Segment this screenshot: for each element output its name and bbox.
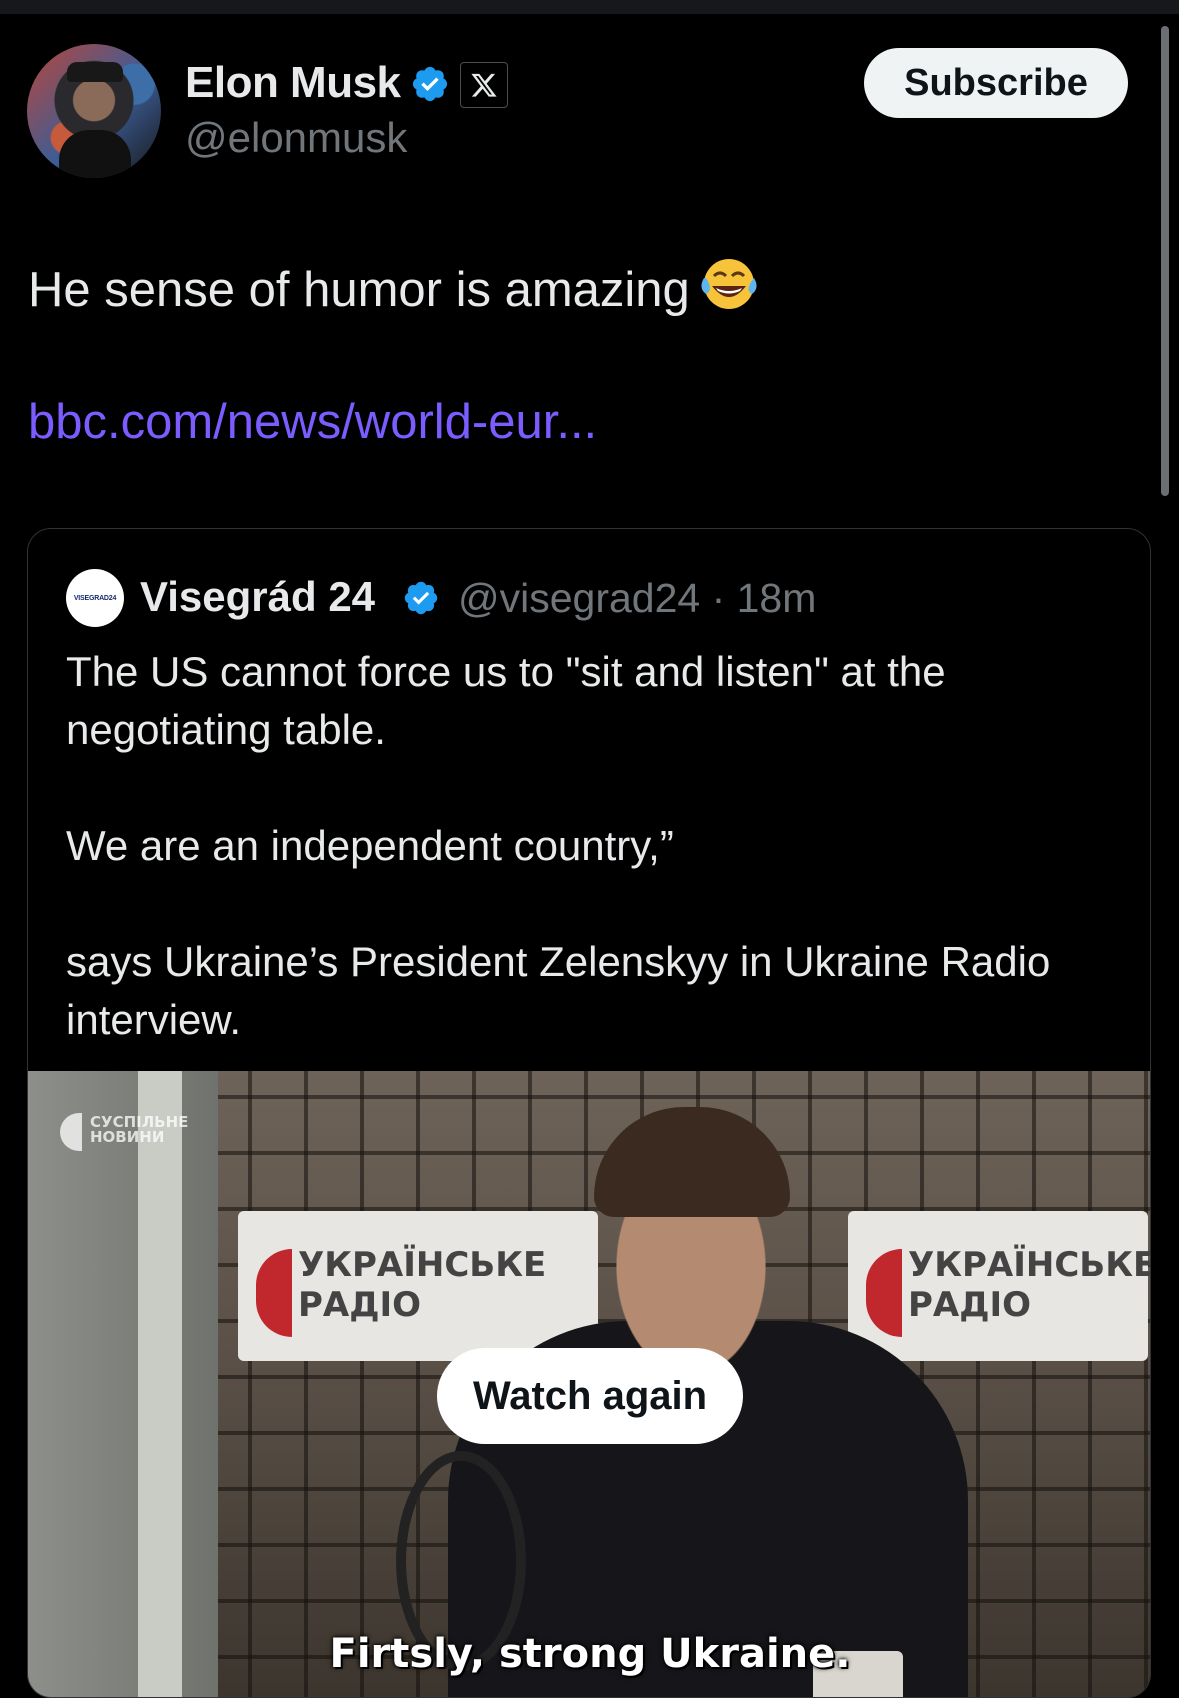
video-player[interactable]: УКРАЇНСЬКЕ РАДІО УКРАЇНСЬКЕ РАДІО СУСПІЛ… [28, 1071, 1151, 1697]
tweet-text: He sense of humor is amazing [28, 254, 760, 324]
quote-paragraph: We are an independent country,” [66, 822, 674, 869]
quote-paragraph: The US cannot force us to "sit and liste… [66, 648, 946, 753]
scrollbar[interactable] [1161, 26, 1169, 496]
quote-handle-and-time: @visegrad24 · 18m [458, 575, 817, 621]
top-status-strip [0, 0, 1179, 14]
author-handle[interactable]: @elonmusk [185, 114, 407, 162]
quote-verified-badge-icon [404, 581, 438, 615]
radio-sign-right: УКРАЇНСЬКЕ РАДІО [848, 1211, 1151, 1361]
quote-author-name[interactable]: Visegrád 24 [140, 573, 375, 621]
quote-paragraph: says Ukraine’s President Zelenskyy in Uk… [66, 938, 1051, 1043]
author-display-name[interactable]: Elon Musk [185, 58, 401, 108]
radio-sign-text: УКРАЇНСЬКЕ РАДІО [298, 1245, 547, 1325]
avatar-hat [67, 62, 123, 82]
verified-badge-icon [412, 66, 448, 102]
avatar-figure [59, 130, 131, 178]
tweet-text-content: He sense of humor is amazing [28, 263, 690, 317]
radio-logo-mark [866, 1249, 902, 1337]
radio-sign-left: УКРАЇНСЬКЕ РАДІО [238, 1211, 598, 1361]
window-frame [138, 1071, 182, 1697]
watermark-text: СУСПІЛЬНЕ НОВИНИ [90, 1113, 189, 1146]
video-subtitle: Firtsly, strong Ukraine. [329, 1631, 851, 1677]
article-link[interactable]: bbc.com/news/world-eur... [28, 394, 597, 450]
watch-again-button[interactable]: Watch again [437, 1348, 743, 1444]
quoted-tweet-card[interactable]: VISEGRAD24 Visegrád 24 @visegrad24 · 18m… [27, 528, 1151, 1698]
radio-sign-text: УКРАЇНСЬКЕ РАДІО [908, 1245, 1151, 1325]
quote-author-avatar[interactable]: VISEGRAD24 [66, 569, 124, 627]
radio-logo-mark [256, 1249, 292, 1337]
subscribe-button[interactable]: Subscribe [864, 48, 1128, 118]
x-logo-icon [460, 62, 508, 108]
author-avatar[interactable] [27, 44, 161, 178]
tears-of-joy-emoji-icon [698, 254, 760, 324]
studio-window [28, 1071, 218, 1697]
